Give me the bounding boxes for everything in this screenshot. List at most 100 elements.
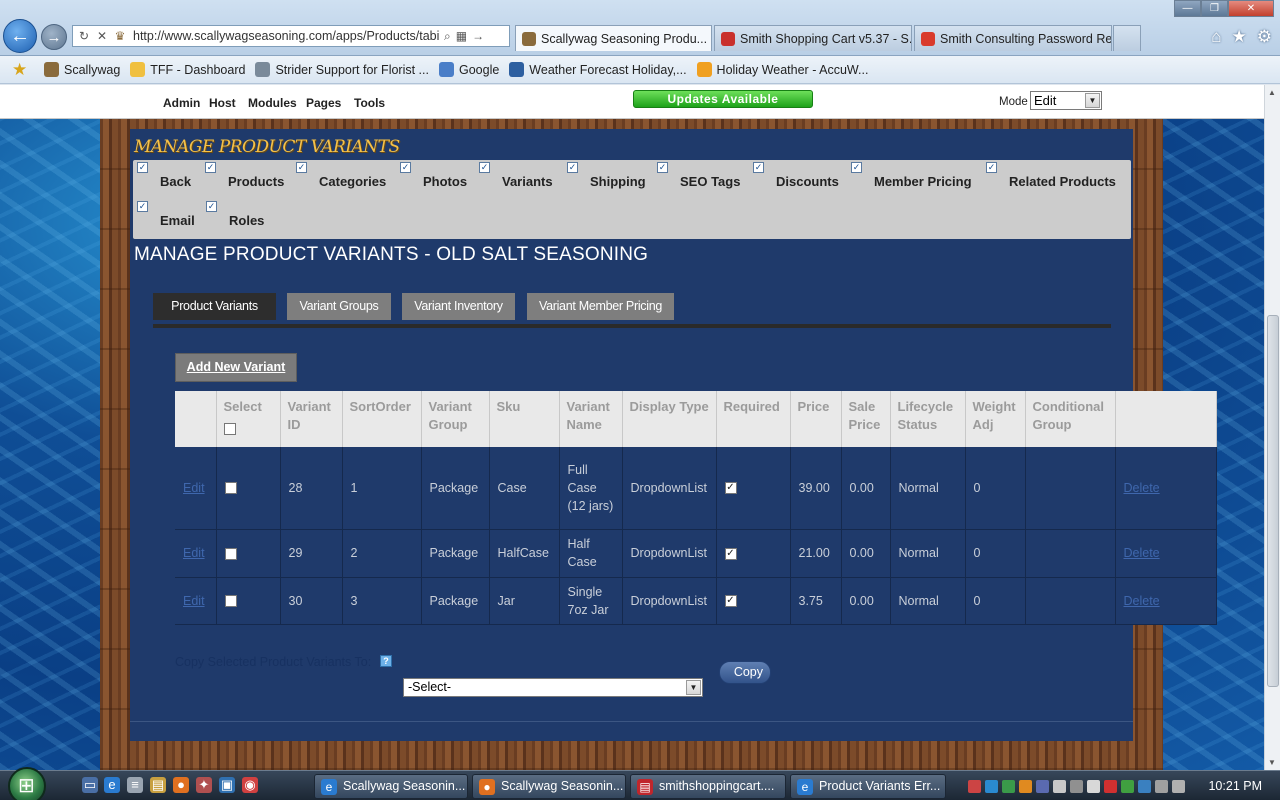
network-icon[interactable] [1155, 779, 1168, 793]
close-window-icon[interactable]: ✕ [1228, 0, 1274, 17]
copy-target-select[interactable]: -Select- ▼ [403, 678, 703, 697]
favicon-icon [130, 62, 146, 77]
variant-id-cell: 28 [280, 447, 343, 530]
help-icon[interactable]: ? [380, 655, 392, 667]
go-icon[interactable]: → [472, 29, 484, 43]
chevron-down-icon: ▼ [686, 680, 701, 695]
favorite-holiday-weather[interactable]: Holiday Weather - AccuW... [696, 62, 868, 77]
volume-icon[interactable] [1172, 779, 1185, 793]
tab-product-variants[interactable]: Product Variants [153, 293, 276, 320]
row-select-checkbox[interactable] [224, 595, 237, 608]
add-favorite-star-icon[interactable]: ★ [12, 60, 34, 80]
display-type-cell: DropdownList [622, 447, 717, 530]
remote-desktop-icon[interactable]: ▣ [219, 777, 235, 793]
favorite-tff-dashboard[interactable]: TFF - Dashboard [130, 62, 245, 77]
add-new-variant-button[interactable]: Add New Variant [175, 353, 297, 382]
column-header [1115, 391, 1217, 447]
scroll-thumb[interactable] [1267, 315, 1279, 687]
tray-app-icon[interactable] [968, 779, 981, 793]
chat-icon[interactable] [1053, 779, 1066, 793]
tray-app-icon[interactable] [1121, 779, 1134, 793]
internet-explorer-icon[interactable]: e [104, 777, 120, 793]
taskbar-item-pdf[interactable]: ▤ smithshoppingcart.... [630, 774, 786, 799]
copy-button[interactable]: Copy [719, 661, 771, 684]
updates-available-button[interactable]: Updates Available [633, 90, 813, 108]
menu-tools[interactable]: Tools [354, 96, 385, 110]
clock[interactable]: 10:21 PM [1208, 779, 1262, 793]
tray-app-icon[interactable] [1002, 779, 1015, 793]
tray-app-icon[interactable] [1070, 779, 1083, 793]
menu-admin[interactable]: Admin [163, 96, 200, 110]
folder-icon[interactable]: ▤ [150, 777, 166, 793]
required-cell: ✓ [716, 447, 791, 530]
home-icon[interactable]: ⌂ [1211, 27, 1221, 47]
table-row: Edit 29 2 Package HalfCase Half Case Dro… [175, 529, 1217, 578]
notepad-icon[interactable]: ≡ [127, 777, 143, 793]
site-favicon-icon: ♛ [114, 29, 126, 43]
row-select-checkbox[interactable] [224, 482, 237, 495]
favorite-scallywag[interactable]: Scallywag [44, 62, 120, 77]
action-label: Back [160, 174, 192, 189]
column-header: Variant Name [559, 391, 623, 447]
variant-id-cell: 30 [280, 577, 343, 625]
star-icon[interactable]: ★ [1232, 27, 1247, 47]
scroll-down-icon[interactable]: ▼ [1268, 758, 1276, 767]
taskbar-item-label: Scallywag Seasonin... [501, 779, 624, 793]
page-scrollbar[interactable]: ▲ ▼ [1264, 85, 1280, 770]
stop-icon[interactable]: ✕ [95, 29, 109, 43]
select-cell [216, 447, 281, 530]
tab-variant-inventory[interactable]: Variant Inventory [402, 293, 515, 320]
taskbar-item-ie-product-variants[interactable]: e Product Variants Err... [790, 774, 946, 799]
start-button[interactable] [8, 767, 46, 800]
scroll-up-icon[interactable]: ▲ [1268, 88, 1276, 97]
firefox-icon[interactable]: ● [173, 777, 189, 793]
delete-link[interactable]: Delete [1115, 577, 1217, 625]
edit-link[interactable]: Edit [175, 529, 217, 578]
checkmark-icon: ✓ [137, 201, 148, 212]
checkmark-icon: ✓ [657, 162, 668, 173]
search-icon[interactable]: ⌕ [444, 29, 451, 44]
taskbar-item-ie-scallywag[interactable]: e Scallywag Seasonin... [314, 774, 468, 799]
tab-scallywag-products[interactable]: Scallywag Seasoning Produ... ✕ [515, 25, 712, 51]
tab-variant-groups[interactable]: Variant Groups [287, 293, 391, 320]
mode-select[interactable]: Edit ▼ [1030, 91, 1102, 110]
menu-pages[interactable]: Pages [306, 96, 341, 110]
row-select-checkbox[interactable] [224, 547, 237, 560]
tab-smith-consulting-password[interactable]: Smith Consulting Password Re... [914, 25, 1112, 51]
refresh-icon[interactable]: ↻ [77, 29, 91, 43]
forward-arrow-icon[interactable]: → [41, 24, 67, 50]
edit-link[interactable]: Edit [175, 447, 217, 530]
menu-host[interactable]: Host [209, 96, 236, 110]
new-tab-button[interactable] [1113, 25, 1141, 51]
variants-table: Select Variant ID SortOrder Variant Grou… [175, 391, 1217, 625]
show-desktop-icon[interactable]: ▭ [82, 777, 98, 793]
address-text[interactable]: http://www.scallywagseasoning.com/apps/P… [133, 29, 439, 43]
favorite-weather-forecast[interactable]: Weather Forecast Holiday,... [509, 62, 687, 77]
restore-icon[interactable]: ❐ [1201, 0, 1228, 17]
favicon-icon [438, 62, 454, 77]
tray-app-icon[interactable] [1019, 779, 1032, 793]
tray-app-icon[interactable] [1104, 779, 1117, 793]
favorite-strider-support[interactable]: Strider Support for Florist ... [255, 62, 429, 77]
minimize-icon[interactable]: — [1174, 0, 1201, 17]
gear-icon[interactable]: ⚙ [1257, 27, 1272, 47]
lifecycle-cell: Normal [890, 447, 966, 530]
app-icon[interactable]: ✦ [196, 777, 212, 793]
delete-link[interactable]: Delete [1115, 447, 1217, 530]
delete-link[interactable]: Delete [1115, 529, 1217, 578]
edit-link[interactable]: Edit [175, 577, 217, 625]
chrome-icon[interactable]: ◉ [242, 777, 258, 793]
favorite-google[interactable]: Google [438, 62, 499, 77]
tab-smith-shopping-cart[interactable]: Smith Shopping Cart v5.37 - S... [714, 25, 912, 51]
select-all-checkbox[interactable] [223, 422, 236, 435]
address-bar[interactable]: ↻ ✕ ♛ http://www.scallywagseasoning.com/… [72, 25, 510, 47]
dropbox-icon[interactable] [985, 779, 998, 793]
tray-app-icon[interactable] [1087, 779, 1100, 793]
tab-variant-member-pricing[interactable]: Variant Member Pricing [527, 293, 674, 320]
taskbar-item-firefox-scallywag[interactable]: ● Scallywag Seasonin... [472, 774, 626, 799]
menu-modules[interactable]: Modules [248, 96, 297, 110]
back-arrow-icon[interactable]: ← [3, 19, 37, 53]
tray-app-icon[interactable] [1138, 779, 1151, 793]
tray-app-icon[interactable] [1036, 779, 1049, 793]
compat-view-icon[interactable]: ▦ [456, 29, 467, 43]
